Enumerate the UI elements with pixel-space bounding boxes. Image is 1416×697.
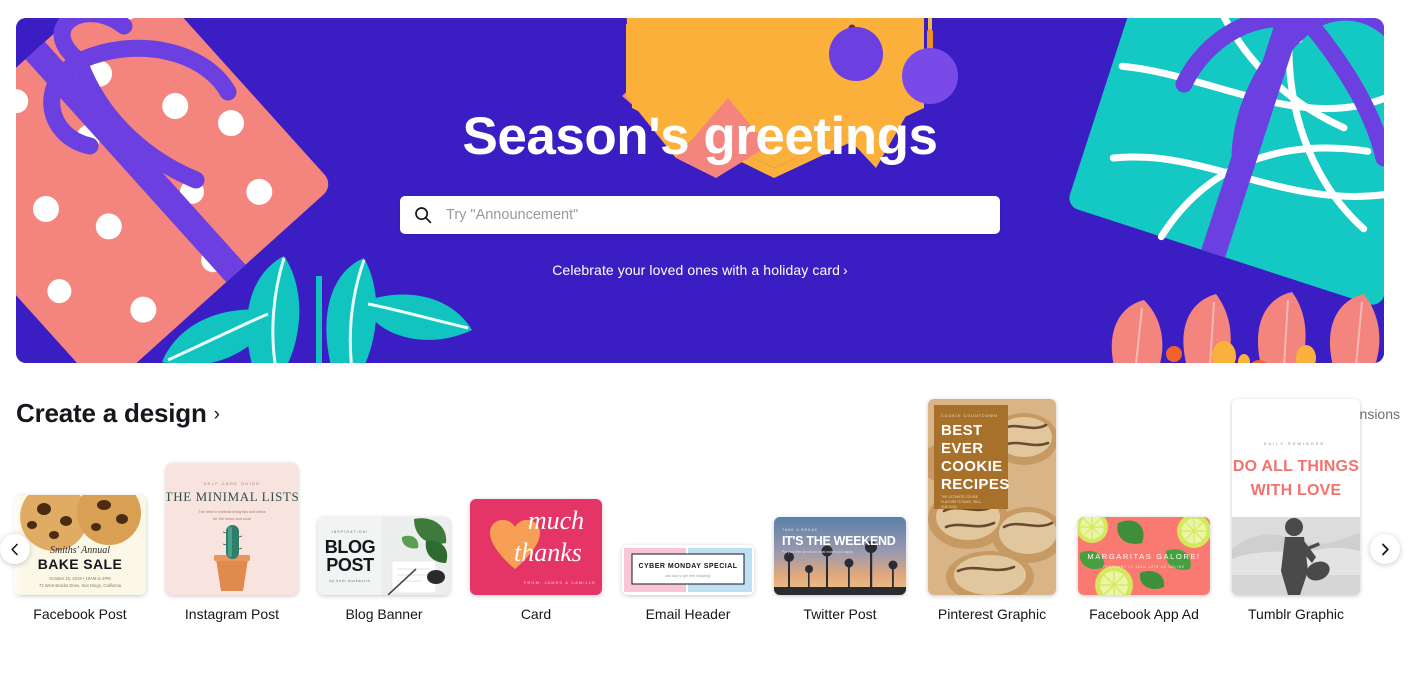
svg-text:CYBER MONDAY SPECIAL: CYBER MONDAY SPECIAL — [638, 563, 737, 570]
svg-text:DAILY REMINDER:: DAILY REMINDER: — [1264, 441, 1329, 446]
design-thumbnail[interactable]: Smiths' Annual BAKE SALE October 15, 201… — [14, 495, 146, 595]
design-card-instagram-post[interactable]: SELF CARE GUIDE THE MINIMAL LISTS The be… — [166, 463, 298, 622]
search-icon — [414, 206, 432, 224]
design-thumbnail[interactable]: much thanks FROM: JAMES & CAMILLE — [470, 499, 602, 595]
design-thumbnail[interactable]: MARGARITAS GALORE! FEBRUARY 22 10AM JOIN… — [1078, 517, 1210, 595]
svg-text:IT'S THE WEEKEND: IT'S THE WEEKEND — [782, 534, 896, 548]
svg-text:EVER: EVER — [941, 440, 983, 457]
chevron-left-icon — [10, 543, 20, 556]
svg-text:DO ALL THINGS: DO ALL THINGS — [1233, 458, 1359, 475]
design-card-label: Facebook App Ad — [1089, 606, 1199, 622]
svg-text:TAKE A BREAK: TAKE A BREAK — [782, 528, 818, 532]
design-card-label: Twitter Post — [803, 606, 877, 622]
svg-text:SELF CARE GUIDE: SELF CARE GUIDE — [203, 481, 260, 486]
design-card-label: Pinterest Graphic — [937, 606, 1047, 622]
svg-text:COOKIE: COOKIE — [941, 458, 1003, 475]
svg-text:FLAVORS TO BAKE, SELL,: FLAVORS TO BAKE, SELL, — [941, 500, 982, 504]
search-input[interactable] — [444, 206, 986, 224]
page-title: Create a design — [16, 398, 207, 428]
chevron-right-icon — [1380, 543, 1390, 556]
svg-text:Put your feet up and do what m: Put your feet up and do what makes you h… — [782, 550, 853, 554]
design-card-facebook-app-ad[interactable]: MARGARITAS GALORE! FEBRUARY 22 10AM JOIN… — [1078, 517, 1210, 622]
svg-text:by beth duckworth: by beth duckworth — [329, 579, 370, 583]
design-thumbnail[interactable]: SELF CARE GUIDE THE MINIMAL LISTS The be… — [166, 463, 298, 595]
carousel-next-button[interactable] — [1370, 534, 1400, 564]
design-type-carousel: Smiths' Annual BAKE SALE October 15, 201… — [0, 399, 1416, 680]
svg-text:Smiths' Annual: Smiths' Annual — [50, 545, 110, 556]
svg-text:last day to get free shipping!: last day to get free shipping! — [666, 574, 711, 578]
svg-text:BAKE SALE: BAKE SALE — [38, 556, 123, 572]
svg-text:FEBRUARY 22 10AM JOIN US ONL: FEBRUARY 22 10AM JOIN US ONLINE — [1103, 565, 1185, 569]
holiday-card-promo-link[interactable]: Celebrate your loved ones with a holiday… — [552, 262, 848, 278]
design-card-label: Email Header — [645, 606, 731, 622]
design-card-label: Facebook Post — [33, 606, 127, 622]
svg-text:AND GIVE: AND GIVE — [941, 505, 958, 509]
design-thumbnail[interactable]: TAKE A BREAK IT'S THE WEEKEND Put your f… — [774, 517, 906, 595]
carousel-track: Smiths' Annual BAKE SALE October 15, 201… — [0, 399, 1416, 655]
hero-banner: Season's greetings Celebrate your loved … — [16, 18, 1384, 363]
design-card-tumblr-graphic[interactable]: DAILY REMINDER: DO ALL THINGS WITH LOVE … — [1232, 399, 1360, 622]
holiday-card-promo-text: Celebrate your loved ones with a holiday… — [552, 262, 840, 278]
svg-text:October 15, 2019 • 10AM to 4: October 15, 2019 • 10AM to 4PM — [49, 576, 111, 581]
svg-text:FROM: JAMES & CAMILLE: FROM: JAMES & CAMILLE — [524, 581, 596, 585]
create-a-design-link[interactable]: Create a design › — [16, 398, 220, 429]
svg-text:THE ULTIMATE COOKIE: THE ULTIMATE COOKIE — [941, 495, 979, 499]
hero-title: Season's greetings — [462, 107, 938, 166]
svg-text:INSPIRATION!: INSPIRATION! — [332, 530, 369, 534]
svg-text:THE MINIMAL LISTS: THE MINIMAL LISTS — [166, 489, 298, 504]
svg-text:for the home and work: for the home and work — [213, 517, 251, 521]
design-card-pinterest-graphic[interactable]: COOKIE COUNTDOWN BEST EVER COOKIE RECIPE… — [928, 399, 1056, 622]
svg-text:much: much — [528, 506, 584, 535]
design-card-twitter-post[interactable]: TAKE A BREAK IT'S THE WEEKEND Put your f… — [774, 517, 906, 622]
chevron-right-icon: › — [213, 403, 220, 425]
svg-text:MARGARITAS GALORE!: MARGARITAS GALORE! — [1087, 552, 1200, 561]
svg-text:The best in minimal living tip: The best in minimal living tips and idea… — [198, 510, 265, 514]
svg-text:POST: POST — [326, 555, 374, 575]
svg-text:72 West Bracks Drive, San Dieg: 72 West Bracks Drive, San Diego, Califor… — [39, 583, 122, 588]
carousel-prev-button[interactable] — [0, 534, 30, 564]
svg-text:BEST: BEST — [941, 422, 983, 439]
svg-text:WITH LOVE: WITH LOVE — [1251, 482, 1342, 499]
design-thumbnail[interactable]: DAILY REMINDER: DO ALL THINGS WITH LOVE — [1232, 399, 1360, 595]
svg-text:thanks: thanks — [514, 538, 582, 567]
svg-text:BLOG: BLOG — [325, 537, 375, 557]
design-card-label: Instagram Post — [184, 606, 280, 622]
design-card-email-header[interactable]: CYBER MONDAY SPECIAL last day to get fre… — [622, 545, 754, 622]
svg-text:COOKIE COUNTDOWN: COOKIE COUNTDOWN — [941, 414, 998, 418]
design-thumbnail[interactable]: COOKIE COUNTDOWN BEST EVER COOKIE RECIPE… — [928, 399, 1056, 595]
design-card-label: Card — [520, 606, 552, 622]
design-card-label: Blog Banner — [345, 606, 423, 622]
canva-home-page: Season's greetings Celebrate your loved … — [0, 0, 1416, 697]
svg-text:RECIPES: RECIPES — [941, 476, 1010, 493]
search-bar[interactable] — [400, 196, 1000, 234]
design-card-label: Tumblr Graphic — [1248, 606, 1344, 622]
design-card-card[interactable]: much thanks FROM: JAMES & CAMILLE Card — [470, 499, 602, 622]
design-card-facebook-post[interactable]: Smiths' Annual BAKE SALE October 15, 201… — [14, 495, 146, 622]
design-card-blog-banner[interactable]: INSPIRATION! BLOG POST by beth duckworth… — [318, 517, 450, 622]
design-thumbnail[interactable]: CYBER MONDAY SPECIAL last day to get fre… — [622, 545, 754, 595]
chevron-right-icon: › — [843, 262, 848, 278]
design-thumbnail[interactable]: INSPIRATION! BLOG POST by beth duckworth — [318, 517, 450, 595]
create-a-design-header: Create a design› Custom dimensions — [16, 398, 1400, 429]
